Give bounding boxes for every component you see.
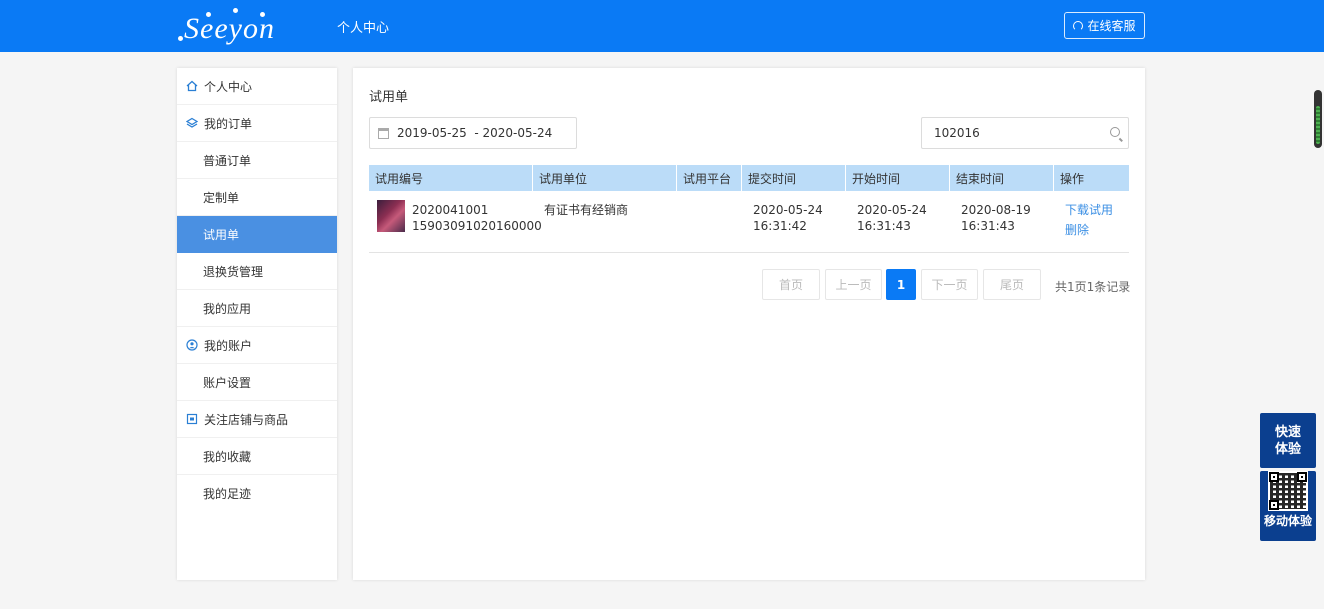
quick-label-line2: 体验: [1274, 441, 1301, 457]
calendar-icon: [378, 127, 389, 139]
end-time: 16:31:43: [961, 219, 1015, 233]
submit-time: 16:31:42: [753, 219, 807, 233]
sidebar-item-returns[interactable]: 退换货管理: [177, 253, 337, 290]
column-header: 开始时间: [846, 165, 950, 191]
sidebar: 个人中心 我的订单 普通订单 定制单 试用单 退换货管理 我的应用 我的账户 账…: [177, 68, 337, 580]
trial-order-table: 试用编号 试用单位 试用平台 提交时间 开始时间 结束时间 操作 2020041…: [369, 165, 1129, 253]
start-time: 16:31:43: [857, 219, 911, 233]
download-trial-link[interactable]: 下载试用: [1065, 202, 1129, 218]
start-time-cell: 2020-05-24 16:31:43: [846, 191, 950, 252]
trial-unit-cell: 有证书有经销商: [544, 203, 629, 217]
sidebar-item-label: 我的足迹: [203, 487, 252, 501]
end-time-cell: 2020-08-19 16:31:43: [950, 191, 1054, 252]
table-row: 2020041001 15903091020160000 有证书有经销商 202…: [369, 191, 1129, 253]
sidebar-item-label: 我的账户: [204, 338, 253, 353]
mobile-experience-label: 移动体验: [1263, 514, 1312, 528]
end-date: 2020-08-19: [961, 203, 1031, 217]
layers-icon: [186, 117, 198, 128]
search-icon[interactable]: [1110, 127, 1120, 137]
sidebar-item-label: 定制单: [203, 190, 240, 205]
sidebar-item-account-settings[interactable]: 账户设置: [177, 364, 337, 401]
seeyon-logo[interactable]: Seeyon: [178, 6, 298, 46]
search-box: [921, 117, 1129, 149]
sidebar-item-normal-orders[interactable]: 普通订单: [177, 142, 337, 179]
store-icon: [186, 413, 198, 425]
sidebar-item-footprints[interactable]: 我的足迹: [177, 475, 337, 512]
home-icon: [186, 80, 198, 92]
sidebar-item-label: 退换货管理: [203, 264, 264, 279]
sidebar-item-my-orders[interactable]: 我的订单: [177, 105, 337, 142]
page-info: 共1页1条记录: [1055, 280, 1131, 294]
account-icon: [186, 339, 198, 351]
section-title: 试用单: [369, 90, 409, 105]
table-header: 试用编号 试用单位 试用平台 提交时间 开始时间 结束时间 操作: [369, 165, 1129, 191]
qr-code-icon: [1268, 471, 1308, 511]
next-page-button[interactable]: 下一页: [921, 269, 978, 300]
trial-code-line1: 2020041001: [412, 203, 489, 217]
online-service-button[interactable]: 在线客服: [1064, 12, 1145, 39]
date-range-value: 2019-05-25 - 2020-05-24: [397, 126, 553, 140]
quick-label-line1: 快速: [1274, 424, 1301, 440]
actions-cell: 下载试用 删除: [1054, 191, 1129, 252]
top-bar: Seeyon 个人中心 在线客服: [0, 0, 1324, 52]
sidebar-item-label: 个人中心: [204, 79, 253, 94]
current-page-button[interactable]: 1: [886, 269, 916, 300]
submit-time-cell: 2020-05-24 16:31:42: [742, 191, 846, 252]
sidebar-item-favorites[interactable]: 我的收藏: [177, 438, 337, 475]
sidebar-item-label: 账户设置: [203, 375, 252, 390]
column-header: 操作: [1060, 171, 1085, 186]
pagination: 首页 上一页 1 下一页 尾页 共1页1条记录: [353, 269, 1145, 300]
headset-icon: [1073, 20, 1084, 31]
sidebar-item-label: 我的收藏: [203, 449, 252, 464]
trial-platform-cell: [677, 191, 742, 252]
column-header: 提交时间: [742, 165, 846, 191]
submit-date: 2020-05-24: [753, 203, 823, 217]
scroll-indicator[interactable]: [1314, 90, 1322, 148]
mobile-experience-button[interactable]: 移动体验: [1260, 471, 1316, 541]
product-thumbnail[interactable]: [377, 200, 405, 232]
sidebar-item-follow-stores[interactable]: 关注店铺与商品: [177, 401, 337, 438]
sidebar-item-label: 我的订单: [204, 116, 253, 131]
search-input[interactable]: [934, 126, 1104, 140]
page-title: 个人中心: [337, 21, 390, 36]
sidebar-item-custom-orders[interactable]: 定制单: [177, 179, 337, 216]
last-page-button[interactable]: 尾页: [983, 269, 1041, 300]
date-range-picker[interactable]: 2019-05-25 - 2020-05-24: [369, 117, 577, 149]
sidebar-item-label: 试用单: [203, 227, 240, 242]
sidebar-item-label: 关注店铺与商品: [204, 412, 289, 427]
column-header: 结束时间: [950, 165, 1054, 191]
prev-page-button[interactable]: 上一页: [825, 269, 882, 300]
sidebar-item-label: 我的应用: [203, 301, 252, 316]
column-header: 试用编号: [369, 165, 533, 191]
first-page-button[interactable]: 首页: [762, 269, 820, 300]
main-panel: 试用单 2019-05-25 - 2020-05-24 试用编号 试用单位 试用…: [353, 68, 1145, 580]
column-header: 试用平台: [677, 165, 742, 191]
online-service-label: 在线客服: [1087, 19, 1136, 33]
delete-link[interactable]: 删除: [1065, 222, 1129, 238]
sidebar-item-trial-orders[interactable]: 试用单: [177, 216, 337, 253]
quick-experience-button[interactable]: 快速 体验: [1260, 413, 1316, 468]
start-date: 2020-05-24: [857, 203, 927, 217]
sidebar-item-my-apps[interactable]: 我的应用: [177, 290, 337, 327]
trial-code-line2: 15903091020160000: [412, 219, 542, 233]
column-header: 试用单位: [533, 165, 677, 191]
sidebar-item-my-account[interactable]: 我的账户: [177, 327, 337, 364]
logo-text: Seeyon: [184, 12, 275, 45]
sidebar-item-label: 普通订单: [203, 153, 252, 168]
sidebar-item-personal-center[interactable]: 个人中心: [177, 68, 337, 105]
